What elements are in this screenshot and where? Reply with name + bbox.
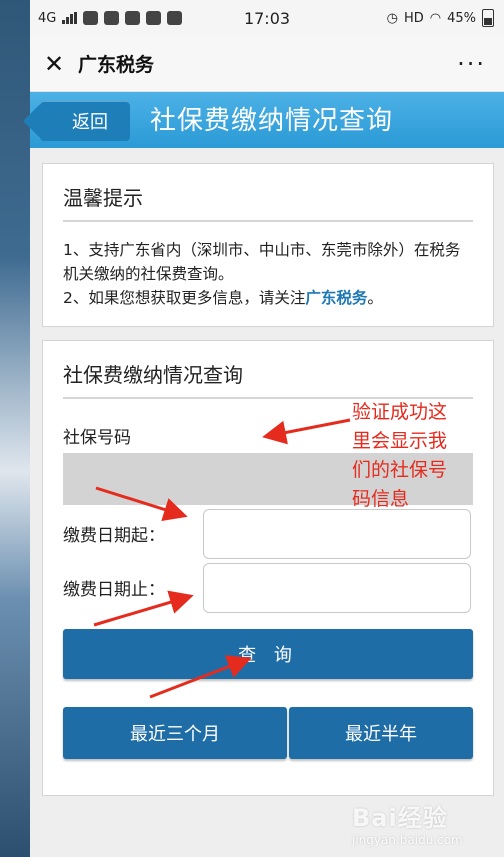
query-heading: 社保费缴纳情况查询 — [63, 363, 243, 387]
tips-card: 温馨提示 1、支持广东省内（深圳市、中山市、东莞市除外）在税务机关缴纳的社保费查… — [42, 163, 494, 327]
wifi-icon: ◠ — [429, 10, 442, 26]
social-security-number-label: 社保号码 — [63, 428, 131, 448]
watermark-text: Bai经验 — [352, 804, 448, 832]
more-options-icon[interactable]: ··· — [457, 52, 486, 76]
status-left: 4G — [38, 10, 183, 26]
guangdong-tax-link[interactable]: 广东税务 — [305, 289, 367, 307]
app-notification-icon — [104, 11, 120, 25]
back-button-label: 返回 — [72, 112, 108, 133]
page-title: 社保费缴纳情况查询 — [150, 106, 394, 136]
date-end-input[interactable] — [203, 563, 471, 613]
date-end-label: 缴费日期止： — [63, 580, 165, 600]
app-title: 广东税务 — [78, 54, 155, 76]
status-bar: 4G 17:03 ◷ HD ◠ 45% — [30, 0, 504, 36]
tip-line-2: 2、如果您想获取更多信息，请关注广东税务。 — [63, 286, 473, 310]
last-3-months-button[interactable]: 最近三个月 — [63, 707, 287, 759]
qq-notification-icon — [146, 11, 162, 25]
date-start-input[interactable] — [203, 509, 471, 559]
close-icon[interactable]: ✕ — [44, 52, 64, 76]
status-right: ◷ HD ◠ 45% — [387, 9, 494, 27]
clock: 17:03 — [243, 8, 291, 28]
message-notification-icon — [125, 11, 141, 25]
background-photo-left — [0, 0, 30, 857]
hd-indicator: HD — [403, 10, 424, 26]
tips-heading: 温馨提示 — [63, 186, 143, 210]
signal-icon — [62, 12, 78, 24]
wechat-notification-icon — [83, 11, 99, 25]
page-header: 返回 社保费缴纳情况查询 — [30, 92, 504, 148]
network-type: 4G — [38, 10, 57, 26]
taobao-notification-icon — [167, 11, 183, 25]
tips-text: 1、支持广东省内（深圳市、中山市、东莞市除外）在税务机关缴纳的社保费查询。 2、… — [63, 238, 473, 310]
date-start-label: 缴费日期起： — [63, 526, 165, 546]
app-title-bar: ✕ 广东税务 ··· — [30, 36, 504, 92]
baidu-jingyan-watermark: Bai经验 jingyan.baidu.com — [352, 798, 463, 847]
tip-line-2-prefix: 2、如果您想获取更多信息，请关注 — [63, 289, 306, 307]
last-half-year-button[interactable]: 最近半年 — [289, 707, 473, 759]
back-button[interactable]: 返回 — [40, 101, 130, 141]
battery-percent: 45% — [447, 10, 476, 26]
watermark-url: jingyan.baidu.com — [352, 833, 463, 847]
alarm-icon: ◷ — [386, 10, 398, 26]
divider — [63, 220, 473, 222]
tip-line-1: 1、支持广东省内（深圳市、中山市、东莞市除外）在税务机关缴纳的社保费查询。 — [63, 241, 461, 283]
battery-icon — [482, 9, 494, 27]
annotation-text: 验证成功这里会显示我们的社保号码信息 — [352, 401, 448, 510]
tip-line-2-suffix: 。 — [367, 289, 383, 307]
query-button[interactable]: 查 询 — [63, 629, 473, 679]
